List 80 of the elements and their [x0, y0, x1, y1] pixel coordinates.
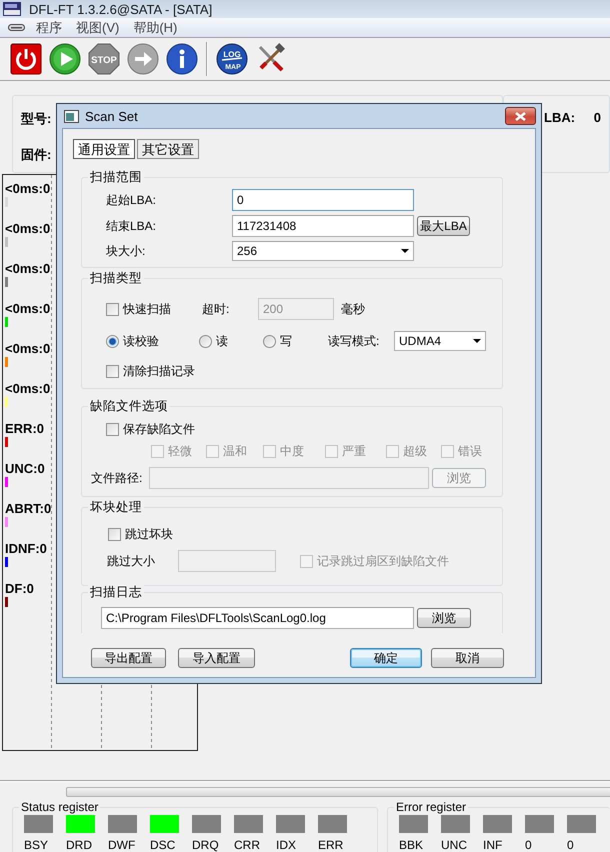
- info-icon[interactable]: [166, 44, 198, 74]
- window-title: DFL-FT 1.3.2.6@SATA - [SATA]: [29, 2, 212, 16]
- register-label: UNC: [441, 839, 467, 852]
- close-button[interactable]: [505, 107, 536, 125]
- register-label: ERR: [318, 839, 344, 852]
- register-label: DSC: [150, 839, 176, 852]
- group-title: 缺陷文件选项: [88, 399, 170, 413]
- dialog-button[interactable]: 导出配置: [91, 648, 166, 668]
- group-title: Error register: [394, 800, 468, 814]
- block-size-label: 块大小:: [106, 242, 146, 260]
- register-label: CRR: [234, 839, 260, 852]
- stat-label: <0ms:0: [5, 381, 50, 396]
- play-icon[interactable]: [50, 44, 80, 74]
- register-label: 0: [567, 839, 574, 852]
- stat-label: IDNF:0: [5, 541, 47, 556]
- app-icon: [3, 2, 21, 16]
- timeout-label: 超时:: [202, 300, 230, 318]
- radio-button[interactable]: 读校验: [106, 332, 199, 350]
- register-label: BBK: [399, 839, 424, 852]
- register-label: 0: [525, 839, 532, 852]
- dialog-button[interactable]: 导入配置: [178, 648, 255, 668]
- timeout-unit-label: 毫秒: [341, 300, 365, 318]
- register-label: DRD: [66, 839, 92, 852]
- rw-mode-label: 读写模式:: [328, 332, 380, 350]
- stat-label: <0ms:0: [5, 261, 50, 276]
- menu-item[interactable]: 视图(V): [69, 18, 126, 36]
- close-icon: [515, 112, 526, 120]
- menu-item[interactable]: 帮助(H): [126, 18, 184, 36]
- log-path-field[interactable]: C:\Program Files\DFLTools\ScanLog0.log: [101, 607, 414, 629]
- menu-item[interactable]: 程序: [29, 18, 69, 36]
- power-icon[interactable]: [10, 44, 42, 74]
- register-label: DRQ: [192, 839, 219, 852]
- register-label: BSY: [24, 839, 48, 852]
- group-title: 扫描类型: [88, 271, 144, 285]
- stat-label: ABRT:0: [5, 501, 52, 516]
- register-label: DWF: [108, 839, 136, 852]
- radio-button[interactable]: 读: [199, 332, 263, 350]
- firmware-label: 固件:: [21, 146, 52, 164]
- caret-icon: [473, 339, 481, 343]
- clear-log-checkbox[interactable]: 清除扫描记录: [106, 362, 195, 380]
- browse-button[interactable]: 浏览: [417, 608, 471, 628]
- skip-bad-block-checkbox[interactable]: 跳过坏块: [108, 526, 173, 542]
- drive-icon: [8, 23, 25, 32]
- tools-icon[interactable]: [258, 43, 285, 72]
- stat-label: <0ms:0: [5, 301, 50, 316]
- rw-mode-select[interactable]: UDMA4: [394, 331, 486, 351]
- start-lba-field[interactable]: 0: [232, 189, 414, 211]
- dialog-button[interactable]: 确定: [350, 648, 422, 668]
- block-size-select[interactable]: 256: [232, 241, 414, 261]
- start-lba-label: 起始LBA:: [106, 192, 158, 208]
- register-label: INF: [483, 839, 502, 852]
- window-icon: [64, 110, 79, 122]
- stat-label: <0ms:0: [5, 221, 50, 236]
- stat-label: <0ms:0: [5, 341, 50, 356]
- radio-button[interactable]: 写: [263, 332, 328, 350]
- save-defect-checkbox[interactable]: 保存缺陷文件: [106, 420, 195, 438]
- group-title: 扫描范围: [88, 170, 144, 184]
- register-label: IDX: [276, 839, 296, 852]
- stat-label: DF:0: [5, 581, 34, 596]
- dialog-title: Scan Set: [85, 108, 138, 124]
- end-lba-label: 结束LBA:: [106, 218, 158, 234]
- skip-size-label: 跳过大小: [107, 552, 156, 570]
- max-lba-button[interactable]: 最大LBA: [417, 216, 470, 236]
- quick-scan-checkbox[interactable]: 快速扫描: [106, 300, 202, 318]
- tab[interactable]: 其它设置: [137, 139, 199, 159]
- tab[interactable]: 通用设置: [73, 139, 135, 159]
- stat-label: <0ms:0: [5, 181, 50, 196]
- group-title: 扫描日志: [88, 585, 144, 599]
- group-title: Status register: [19, 800, 100, 814]
- lba-label: LBA:: [544, 110, 576, 125]
- caret-icon: [401, 249, 409, 253]
- file-path-label: 文件路径:: [91, 470, 144, 486]
- end-lba-field[interactable]: 117231408: [232, 215, 414, 237]
- dialog-button[interactable]: 取消: [431, 648, 504, 668]
- model-label: 型号:: [21, 110, 52, 128]
- scrollbar[interactable]: [66, 787, 610, 797]
- lba-value: 0: [594, 110, 601, 125]
- group-title: 坏块处理: [88, 500, 144, 514]
- stat-label: UNC:0: [5, 461, 45, 476]
- stat-label: ERR:0: [5, 421, 44, 436]
